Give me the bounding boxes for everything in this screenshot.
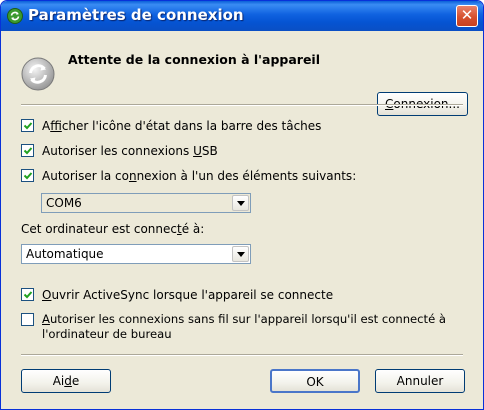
title-bar[interactable]: Paramètres de connexion ✕ xyxy=(1,1,483,31)
cancel-label: Annuler xyxy=(396,374,444,388)
allow-wireless-checkbox[interactable]: Autoriser les connexions sans fil sur l'… xyxy=(21,312,465,344)
checkmark-icon xyxy=(23,291,33,299)
checkbox-label: Autoriser les connexions sans fil sur l'… xyxy=(42,312,447,341)
port-select[interactable]: COM6 xyxy=(41,193,251,213)
allow-usb-checkbox[interactable]: Autoriser les connexions USB xyxy=(21,143,461,159)
connection-status-text: Attente de la connexion à l'appareil xyxy=(68,52,320,67)
checkbox-box[interactable] xyxy=(21,313,34,326)
checkbox-box[interactable] xyxy=(21,288,34,301)
separator-bottom xyxy=(21,354,463,356)
window-title: Paramètres de connexion xyxy=(28,6,244,24)
activesync-icon xyxy=(7,8,23,24)
chevron-down-icon xyxy=(237,252,245,257)
sync-status-icon xyxy=(21,57,55,91)
connection-type-select[interactable]: Automatique xyxy=(21,244,251,264)
checkmark-icon xyxy=(23,172,33,180)
help-label-post: e xyxy=(71,374,80,388)
port-select-dropdown-button[interactable] xyxy=(232,195,249,211)
close-button[interactable]: ✕ xyxy=(456,5,478,27)
checkbox-label: Autoriser les connexions USB xyxy=(42,144,218,158)
checkmark-icon xyxy=(23,147,33,155)
connected-to-label: Cet ordinateur est connecté à: xyxy=(21,222,205,236)
checkbox-label: Ouvrir ActiveSync lorsque l'appareil se … xyxy=(42,288,334,302)
help-button[interactable]: Aide xyxy=(21,369,111,393)
checkmark-icon xyxy=(23,122,33,130)
port-select-value: COM6 xyxy=(46,196,82,210)
connection-type-dropdown-button[interactable] xyxy=(232,246,249,262)
connection-settings-dialog: Paramètres de connexion ✕ Attente de la … xyxy=(0,0,484,410)
close-icon: ✕ xyxy=(460,6,474,24)
checkbox-box[interactable] xyxy=(21,119,34,132)
checkbox-box[interactable] xyxy=(21,144,34,157)
chevron-down-icon xyxy=(237,201,245,206)
help-label-pre: Ai xyxy=(52,374,65,388)
help-label-accel: d xyxy=(64,374,72,388)
allow-port-connection-checkbox[interactable]: Autoriser la connexion à l'un des élémen… xyxy=(21,168,461,184)
ok-label: OK xyxy=(306,375,324,389)
ok-button[interactable]: OK xyxy=(270,369,360,393)
checkbox-box[interactable] xyxy=(21,169,34,182)
show-status-icon-checkbox[interactable]: Afficher l'icône d'état dans la barre de… xyxy=(21,118,461,134)
checkbox-label: Afficher l'icône d'état dans la barre de… xyxy=(42,119,322,133)
open-activesync-checkbox[interactable]: Ouvrir ActiveSync lorsque l'appareil se … xyxy=(21,287,461,303)
separator-top xyxy=(21,104,463,106)
checkbox-label: Autoriser la connexion à l'un des élémen… xyxy=(42,169,357,183)
cancel-button[interactable]: Annuler xyxy=(375,369,465,393)
connection-type-value: Automatique xyxy=(26,247,104,261)
